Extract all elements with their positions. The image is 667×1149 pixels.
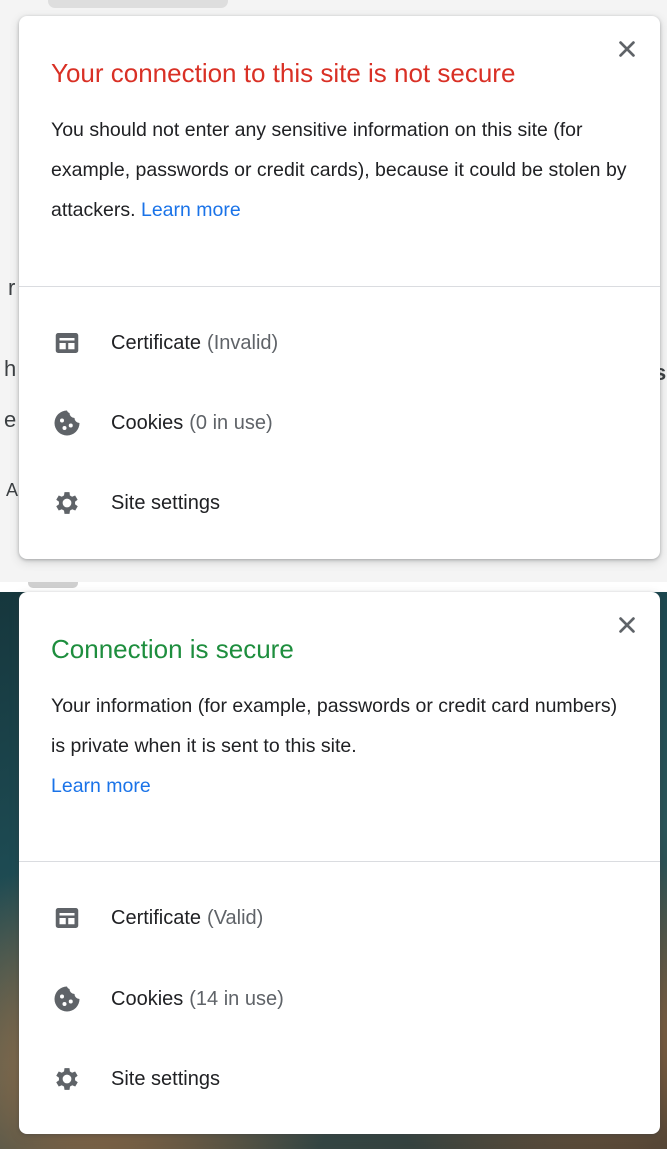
background-page-text: r xyxy=(8,275,16,300)
certificate-item[interactable]: Certificate (Invalid) xyxy=(51,323,278,363)
background-page-text: A xyxy=(6,480,19,500)
background-page-text: h xyxy=(4,356,17,381)
certificate-status: (Invalid) xyxy=(207,331,279,354)
certificate-status: (Valid) xyxy=(207,906,264,929)
cookies-item[interactable]: Cookies (0 in use) xyxy=(51,403,273,443)
close-button[interactable] xyxy=(616,614,638,636)
connection-status-message: Your information (for example, passwords… xyxy=(51,686,631,806)
browser-tab-edge xyxy=(28,582,78,588)
background-page-text: e xyxy=(4,407,17,432)
connection-status-title: Your connection to this site is not secu… xyxy=(51,58,516,88)
site-settings-item[interactable]: Site settings xyxy=(51,1059,220,1099)
secure-site-info-popup: Connection is secure Your information (f… xyxy=(19,592,660,1134)
close-icon xyxy=(619,41,635,57)
site-settings-label: Site settings xyxy=(111,491,220,514)
cookies-label: Cookies xyxy=(111,411,184,434)
close-button[interactable] xyxy=(616,38,638,60)
gear-icon xyxy=(51,1063,83,1095)
section-divider xyxy=(19,286,660,287)
certificate-icon xyxy=(51,327,83,359)
site-settings-label: Site settings xyxy=(111,1067,220,1090)
cookies-count: (0 in use) xyxy=(189,411,273,434)
close-icon xyxy=(619,617,635,633)
cookies-count: (14 in use) xyxy=(189,987,284,1010)
connection-status-message: You should not enter any sensitive infor… xyxy=(51,110,631,230)
connection-status-title: Connection is secure xyxy=(51,634,294,664)
cookie-icon xyxy=(51,407,83,439)
certificate-label: Certificate xyxy=(111,331,202,354)
section-divider xyxy=(19,861,660,862)
cookies-label: Cookies xyxy=(111,987,184,1010)
learn-more-link[interactable]: Learn more xyxy=(51,775,151,797)
site-settings-item[interactable]: Site settings xyxy=(51,483,220,523)
certificate-label: Certificate xyxy=(111,906,202,929)
cookies-item[interactable]: Cookies (14 in use) xyxy=(51,979,284,1019)
learn-more-link[interactable]: Learn more xyxy=(141,199,241,221)
browser-tab-edge xyxy=(48,0,228,8)
certificate-icon xyxy=(51,902,83,934)
gear-icon xyxy=(51,487,83,519)
message-text: Your information (for example, passwords… xyxy=(51,695,618,757)
certificate-item[interactable]: Certificate (Valid) xyxy=(51,898,263,938)
panel-gap xyxy=(0,582,667,592)
cookie-icon xyxy=(51,983,83,1015)
message-text: You should not enter any sensitive infor… xyxy=(51,119,627,221)
insecure-site-info-popup: Your connection to this site is not secu… xyxy=(19,16,660,559)
